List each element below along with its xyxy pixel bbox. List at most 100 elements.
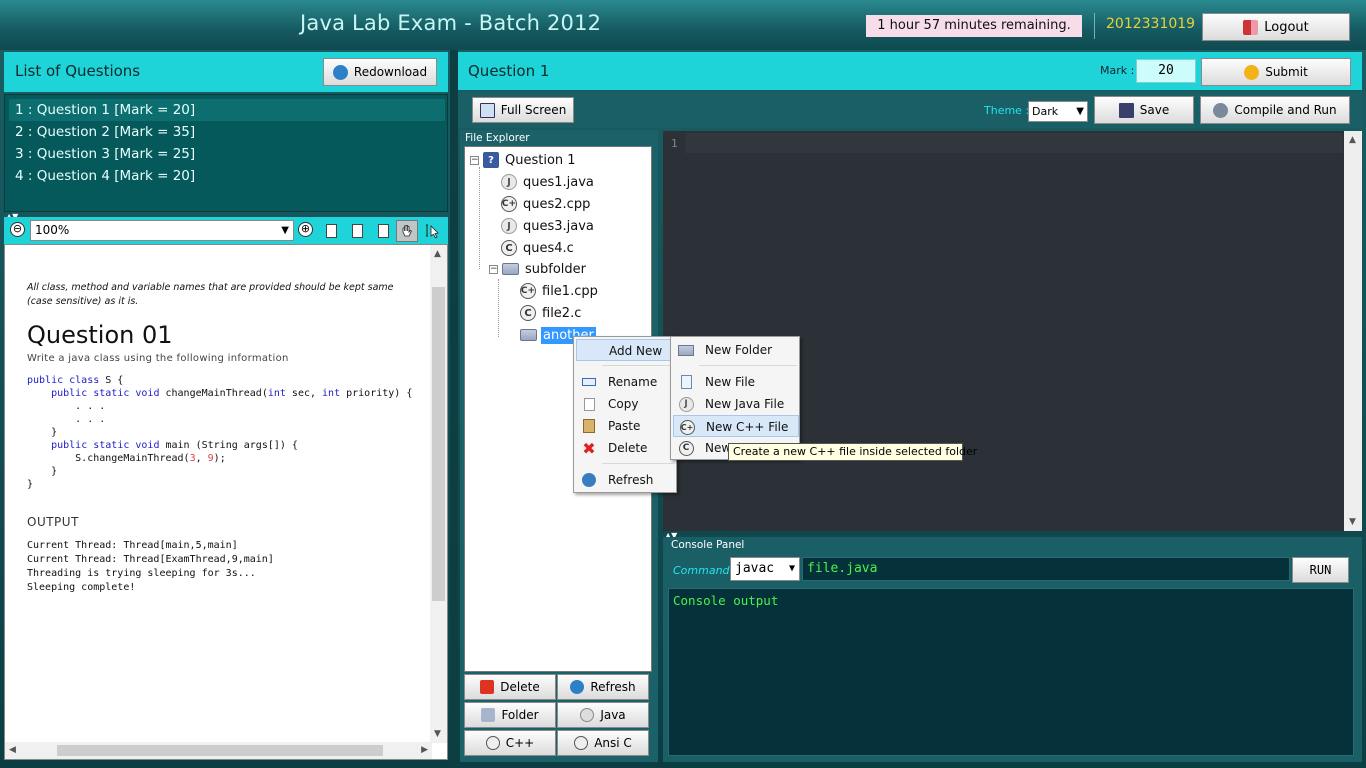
delete-file-button[interactable]: Delete [464,674,556,700]
editor-vertical-scrollbar[interactable]: ▲ ▼ [1344,131,1362,531]
menu-item-add-new[interactable]: Add New ▶ [576,339,677,361]
pdf-vertical-scrollbar[interactable]: ▲ ▼ [430,245,447,743]
select-tool-icon[interactable] [422,220,444,242]
menu-item-paste[interactable]: Paste [576,415,674,437]
collapse-icon[interactable]: − [489,265,498,274]
continuous-page-icon[interactable] [346,220,368,242]
tree-node-root[interactable]: ? Question 1 [483,150,578,170]
command-value: javac [735,561,775,576]
menu-item-label: Copy [608,397,639,411]
tree-node-label: subfolder [525,261,587,277]
question-item[interactable]: 3 : Question 3 [Mark = 25] [9,143,445,165]
logout-label: Logout [1264,19,1309,35]
scroll-right-icon[interactable]: ▶ [421,745,428,755]
menu-item-new-cpp[interactable]: C+ New C++ File [673,415,799,437]
question-item[interactable]: 2 : Question 2 [Mark = 35] [9,121,445,143]
hand-tool-icon[interactable] [396,220,418,242]
scroll-up-icon[interactable]: ▲ [1349,135,1356,145]
console-output[interactable]: Console output [668,588,1354,756]
menu-item-label: Rename [608,375,658,389]
zoom-out-button[interactable]: ⊖ [10,222,25,237]
save-button[interactable]: Save [1094,96,1194,124]
menu-item-new-folder[interactable]: New Folder [673,339,799,361]
menu-separator [699,365,797,366]
pdf-viewer[interactable]: All class, method and variable names tha… [4,244,448,760]
pdf-question-description: Write a java class using the following i… [27,353,289,364]
new-cpp-button[interactable]: C++ [464,730,556,756]
scroll-down-icon[interactable]: ▼ [1349,517,1356,527]
tree-node-label: ques2.cpp [523,196,591,212]
new-c-button[interactable]: Ansi C [557,730,649,756]
question-list: 1 : Question 1 [Mark = 20] 2 : Question … [4,94,448,212]
new-java-button[interactable]: Java [557,702,649,728]
menu-item-label: New C++ File [706,420,789,434]
tree-node-file[interactable]: C+ file1.cpp [520,281,600,301]
pdf-horizontal-scrollbar[interactable]: ◀ ▶ [5,742,432,759]
question-item[interactable]: 4 : Question 4 [Mark = 20] [9,165,445,187]
menu-item-label: Delete [608,441,648,455]
tree-node-file[interactable]: C ques4.c [501,238,576,258]
chevron-down-icon: ▼ [1076,106,1084,117]
scrollbar-thumb[interactable] [432,287,445,601]
paste-icon [581,418,597,434]
folder-icon [481,708,496,722]
panel-splitter[interactable] [450,50,458,768]
command-select[interactable]: javac ▼ [730,557,800,581]
menu-item-delete[interactable]: ✖ Delete [576,437,674,459]
menu-item-copy[interactable]: Copy [576,393,674,415]
cpp-label: C++ [505,736,535,750]
tree-node-file[interactable]: J ques3.java [501,216,596,236]
menu-item-label: New File [705,375,756,389]
tree-node-file[interactable]: C file2.c [520,303,583,323]
scrollbar-thumb[interactable] [57,745,383,756]
single-page-icon[interactable] [320,220,342,242]
redownload-button[interactable]: Redownload [323,58,437,86]
collapse-icon[interactable]: − [470,156,479,165]
refresh-tree-button[interactable]: Refresh [557,674,649,700]
theme-select[interactable]: Dark ▼ [1028,101,1088,122]
scroll-up-icon[interactable]: ▲ [434,249,441,259]
compile-label: Compile and Run [1234,103,1337,117]
line-number: 1 [671,137,678,150]
console-panel-title: Console Panel [671,539,745,551]
facing-page-icon[interactable] [372,220,394,242]
tooltip: Create a new C++ file inside selected fo… [728,443,977,461]
scroll-down-icon[interactable]: ▼ [434,729,441,739]
compile-and-run-button[interactable]: Compile and Run [1200,96,1350,124]
command-args-input[interactable]: file.java [802,557,1290,581]
zoom-in-button[interactable]: ⊕ [298,222,313,237]
zoom-select[interactable]: 100% ▼ [30,220,294,241]
cpp-file-icon: C+ [520,283,536,299]
copy-icon [581,396,597,412]
scroll-left-icon[interactable]: ◀ [9,745,16,755]
check-icon [1244,64,1260,80]
logout-button[interactable]: Logout [1202,13,1350,41]
cpp-file-icon: C+ [679,419,695,435]
delete-icon: ✖ [582,438,596,458]
menu-item-rename[interactable]: Rename [576,371,674,393]
chevron-down-icon: ▼ [281,225,289,236]
java-label: Java [600,708,626,722]
submit-button[interactable]: Submit [1201,58,1351,86]
tree-node-label: ques3.java [523,218,594,234]
code-editor[interactable]: 1 ▲ ▼ [663,131,1362,531]
tree-line [479,167,480,269]
question-item[interactable]: 1 : Question 1 [Mark = 20] [9,99,445,121]
app-window: Java Lab Exam - Batch 2012 1 hour 57 min… [0,0,1366,768]
menu-item-refresh[interactable]: Refresh [576,469,674,491]
tree-node-file[interactable]: J ques1.java [501,172,596,192]
menu-item-new-file[interactable]: New File [673,371,799,393]
question-icon: ? [483,152,499,168]
menu-item-label: Add New [609,344,663,358]
full-screen-button[interactable]: Full Screen [472,97,574,123]
theme-label: Theme : [984,104,1030,117]
questions-panel-title: List of Questions [15,62,141,80]
refresh-icon [581,472,597,488]
new-folder-button[interactable]: Folder [464,702,556,728]
tree-node-folder[interactable]: subfolder [502,259,588,279]
pdf-instruction-note: All class, method and variable names tha… [27,282,394,307]
run-button[interactable]: RUN [1292,557,1349,583]
cpp-file-icon [485,736,500,750]
menu-item-new-java[interactable]: J New Java File [673,393,799,415]
tree-node-file[interactable]: C+ ques2.cpp [501,194,592,214]
